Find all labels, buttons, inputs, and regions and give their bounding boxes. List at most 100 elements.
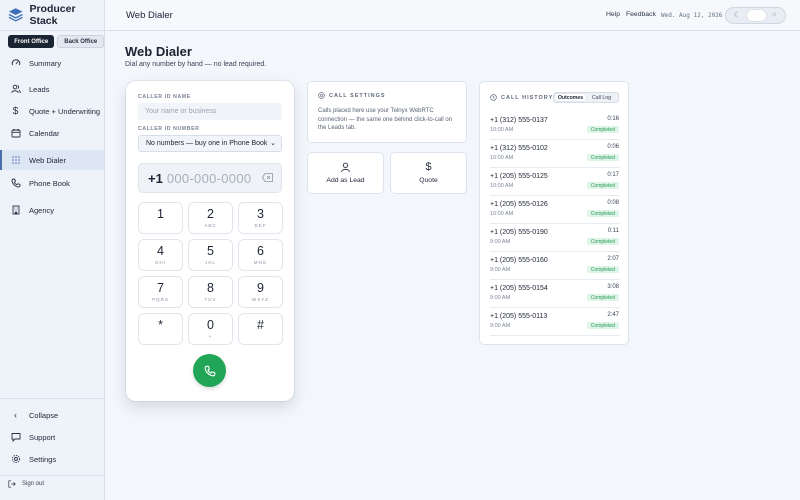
phone-icon: [204, 365, 215, 376]
history-row[interactable]: +1 (205) 555-0154 9:00 AM 3:08 Completed: [490, 280, 620, 308]
office-toggle: Front Office Back Office: [0, 31, 104, 48]
key-digit: *: [158, 318, 163, 332]
call-duration: 0:17: [607, 172, 619, 178]
keypad-key[interactable]: *: [138, 313, 183, 345]
key-digit: 6: [257, 244, 264, 258]
call-number: +1 (205) 555-0113: [490, 313, 548, 320]
call-duration: 2:47: [607, 312, 619, 318]
sign-out-button[interactable]: Sign out: [8, 480, 44, 488]
sidebar: Producer Stack Front Office Back Office …: [0, 0, 105, 500]
sidebar-item-label: Web Dialer: [29, 155, 66, 165]
key-digit: 2: [207, 207, 214, 221]
sidebar-item-quote-underwriting[interactable]: $ Quote + Underwriting: [0, 101, 104, 121]
users-icon: [10, 84, 21, 95]
sign-out-label: Sign out: [22, 481, 45, 487]
moon-icon: ☾: [734, 12, 741, 19]
sidebar-item-summary[interactable]: Summary: [0, 53, 104, 73]
front-office-button[interactable]: Front Office: [8, 35, 55, 48]
key-digit: #: [257, 318, 264, 332]
status-badge: Completed: [586, 294, 619, 301]
add-as-lead-label: Add as Lead: [326, 177, 365, 184]
sidebar-item-calendar[interactable]: Calendar: [0, 123, 104, 143]
current-date: Wed. Aug 12, 2026: [661, 12, 723, 19]
quote-button[interactable]: $ Quote: [390, 152, 467, 194]
add-as-lead-button[interactable]: Add as Lead: [307, 152, 384, 194]
tab-call-log[interactable]: Call Log: [586, 94, 617, 101]
call-history-title: CALL HISTORY: [501, 94, 554, 101]
history-row[interactable]: +1 (205) 555-0190 9:00 AM 0:11 Completed: [490, 224, 620, 252]
keypad-key[interactable]: 4 GHI: [138, 239, 183, 271]
building-icon: [10, 205, 21, 216]
toggle-knob: [747, 10, 766, 21]
feedback-link[interactable]: Feedback: [626, 11, 656, 18]
chevron-left-icon: ‹: [14, 410, 17, 420]
support-button[interactable]: Support: [0, 427, 104, 447]
settings-button[interactable]: Settings: [0, 449, 104, 469]
sidebar-item-leads[interactable]: Leads: [0, 79, 104, 99]
keypad-key[interactable]: 0 +: [188, 313, 233, 345]
theme-toggle[interactable]: ☾ ☼: [725, 7, 786, 24]
keypad-key[interactable]: 7 PQRS: [138, 276, 183, 308]
call-duration: 0:11: [607, 228, 619, 234]
keypad-key[interactable]: 5 JKL: [188, 239, 233, 271]
keypad-key[interactable]: 1: [138, 202, 183, 234]
key-digit: 7: [157, 281, 164, 295]
sign-out-icon: [8, 480, 16, 488]
keypad-icon: [10, 155, 21, 166]
call-number: +1 (312) 555-0102: [490, 145, 548, 152]
sidebar-item-agency[interactable]: Agency: [0, 200, 104, 220]
page-title: Web Dialer: [125, 44, 192, 59]
history-row[interactable]: +1 (205) 555-0126 10:00 AM 0:08 Completed: [490, 196, 620, 224]
tab-outcomes[interactable]: Outcomes: [555, 94, 586, 101]
key-letters: PQRS: [152, 297, 169, 302]
number-placeholder: 000-000-0000: [166, 170, 252, 186]
status-badge: Completed: [586, 154, 619, 161]
sidebar-divider: [0, 398, 104, 399]
caller-id-number-select[interactable]: No numbers — buy one in Phone Book ⌄: [138, 135, 282, 152]
number-input[interactable]: +1 000-000-0000: [138, 163, 282, 193]
brand[interactable]: Producer Stack: [0, 0, 104, 31]
caller-id-name-label: CALLER ID NAME: [138, 94, 191, 100]
call-number: +1 (205) 555-0154: [490, 285, 548, 292]
back-office-button[interactable]: Back Office: [57, 35, 104, 48]
keypad-key[interactable]: 8 TUV: [188, 276, 233, 308]
call-time: 9:00 AM: [490, 295, 511, 301]
call-number: +1 (205) 555-0160: [490, 257, 548, 264]
history-row[interactable]: +1 (312) 555-0102 10:00 AM 0:06 Completed: [490, 140, 620, 168]
key-digit: 3: [257, 207, 264, 221]
history-row[interactable]: +1 (312) 555-0137 10:00 AM 0:16 Completed: [490, 112, 620, 140]
keypad-key[interactable]: 6 MNO: [238, 239, 283, 271]
sidebar-item-phone-book[interactable]: Phone Book: [0, 173, 104, 193]
settings-icon: [318, 92, 325, 99]
key-digit: 9: [257, 281, 264, 295]
backspace-icon[interactable]: [262, 173, 273, 182]
stack-logo-icon: [8, 8, 23, 22]
history-row[interactable]: +1 (205) 555-0125 10:00 AM 0:17 Completed: [490, 168, 620, 196]
keypad-key[interactable]: 3 DEF: [238, 202, 283, 234]
keypad-key[interactable]: 2 ABC: [188, 202, 233, 234]
collapse-button[interactable]: ‹ Collapse: [0, 405, 104, 425]
status-badge: Completed: [586, 126, 619, 133]
key-letters: JKL: [205, 260, 216, 265]
sidebar-item-web-dialer[interactable]: Web Dialer: [0, 150, 104, 170]
keypad-key[interactable]: #: [238, 313, 283, 345]
help-link[interactable]: Help: [606, 11, 620, 18]
status-badge: Completed: [586, 182, 619, 189]
call-button[interactable]: [193, 354, 226, 387]
history-tabs: Outcomes Call Log: [553, 92, 619, 103]
call-number: +1 (205) 555-0126: [490, 201, 548, 208]
keypad-key[interactable]: 9 WXYZ: [238, 276, 283, 308]
history-row[interactable]: +1 (205) 555-0113 9:00 AM 2:47 Completed: [490, 308, 620, 336]
call-duration: 0:08: [607, 200, 619, 206]
call-duration: 3:08: [607, 284, 619, 290]
caller-id-name-input[interactable]: Your name or business: [138, 103, 282, 120]
phone-icon: [10, 178, 21, 189]
sidebar-item-label: Calendar: [29, 128, 60, 138]
status-badge: Completed: [586, 210, 619, 217]
caller-id-number-label: CALLER ID NUMBER: [138, 126, 200, 132]
call-time: 9:00 AM: [490, 239, 511, 245]
history-row[interactable]: +1 (205) 555-0160 9:00 AM 2:07 Completed: [490, 252, 620, 280]
dollar-icon: $: [425, 161, 432, 173]
support-label: Support: [29, 432, 56, 442]
call-settings-description: Calls placed here use your Telnyx WebRTC…: [318, 108, 453, 131]
